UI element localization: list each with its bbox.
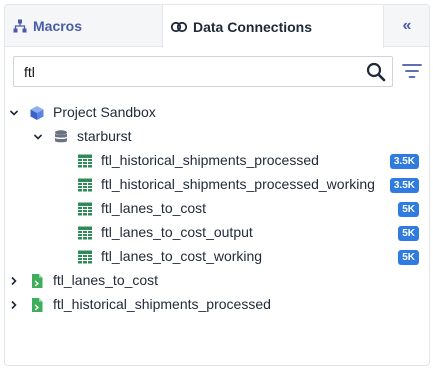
data-panel: Macros Data Connections « ftl Project Sa… bbox=[4, 4, 430, 366]
chevron-down-icon[interactable] bbox=[9, 108, 19, 118]
table-icon bbox=[78, 154, 92, 168]
file-icon bbox=[32, 274, 43, 288]
tab-macros[interactable]: Macros bbox=[5, 5, 162, 47]
search-input[interactable] bbox=[14, 57, 354, 86]
table-icon bbox=[78, 226, 92, 240]
row-count-badge: 3.5K bbox=[389, 178, 419, 193]
table-icon bbox=[78, 202, 92, 216]
chevron-right-icon[interactable] bbox=[9, 300, 19, 310]
table-icon bbox=[78, 178, 92, 192]
chevron-down-icon[interactable] bbox=[33, 132, 43, 142]
table-icon bbox=[78, 250, 92, 264]
tree-item-label: starburst bbox=[77, 128, 132, 144]
connection-tree: Project Sandbox starburst ftl_historical… bbox=[5, 101, 429, 317]
row-count-badge: 3.5K bbox=[389, 154, 419, 169]
tree-item-label: Project Sandbox bbox=[53, 104, 156, 120]
file-icon bbox=[32, 298, 43, 312]
filter-icon[interactable] bbox=[402, 62, 422, 80]
sitemap-icon bbox=[13, 19, 27, 33]
cube-icon bbox=[30, 106, 44, 120]
tree-item-table[interactable]: ftl_lanes_to_cost_working 5K bbox=[5, 245, 429, 269]
double-chevron-left-icon: « bbox=[402, 17, 412, 34]
tree-item-table[interactable]: ftl_lanes_to_cost_output 5K bbox=[5, 221, 429, 245]
row-count-badge: 5K bbox=[398, 250, 419, 265]
tree-item-label: ftl_lanes_to_cost bbox=[53, 272, 159, 288]
tree-item-table[interactable]: ftl_lanes_to_cost 5K bbox=[5, 197, 429, 221]
tree-item-label: ftl_lanes_to_cost_working bbox=[101, 248, 263, 264]
tree-item-file[interactable]: ftl_historical_shipments_processed bbox=[5, 293, 429, 317]
tab-data-connections[interactable]: Data Connections bbox=[162, 5, 384, 48]
row-count-badge: 5K bbox=[398, 202, 419, 217]
tree-item-label: ftl_lanes_to_cost bbox=[101, 200, 207, 216]
tree-item-project-sandbox[interactable]: Project Sandbox bbox=[5, 101, 429, 125]
tree-item-table[interactable]: ftl_historical_shipments_processed 3.5K bbox=[5, 149, 429, 173]
tree-item-file[interactable]: ftl_lanes_to_cost bbox=[5, 269, 429, 293]
tree-item-label: ftl_historical_shipments_processed_worki… bbox=[101, 176, 375, 192]
connection-icon bbox=[171, 21, 187, 33]
search-icon[interactable] bbox=[366, 62, 386, 82]
tree-item-label: ftl_historical_shipments_processed bbox=[101, 152, 319, 168]
tree-item-label: ftl_lanes_to_cost_output bbox=[101, 224, 253, 240]
search-box bbox=[13, 56, 393, 87]
chevron-right-icon[interactable] bbox=[9, 276, 19, 286]
tab-macros-label: Macros bbox=[33, 18, 83, 34]
tree-item-label: ftl_historical_shipments_processed bbox=[53, 296, 271, 312]
tab-bar: Macros Data Connections « bbox=[5, 5, 429, 48]
tab-data-connections-label: Data Connections bbox=[193, 18, 313, 35]
collapse-panel-button[interactable]: « bbox=[385, 5, 429, 47]
tree-item-table[interactable]: ftl_historical_shipments_processed_worki… bbox=[5, 173, 429, 197]
tree-item-starburst[interactable]: starburst bbox=[5, 125, 429, 149]
row-count-badge: 5K bbox=[398, 226, 419, 241]
database-icon bbox=[55, 130, 67, 143]
